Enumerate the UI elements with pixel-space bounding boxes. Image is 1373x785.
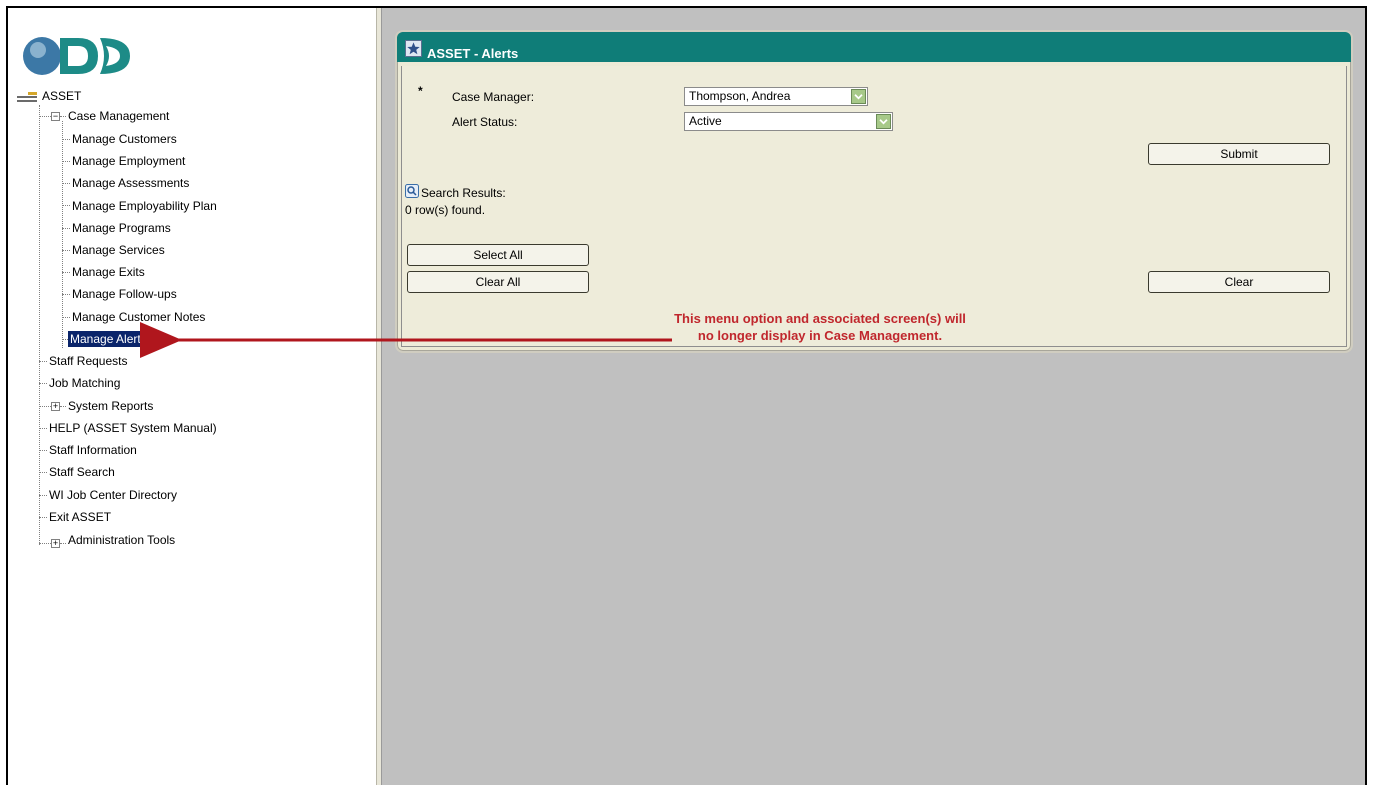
case-manager-value: Thompson, Andrea: [689, 89, 791, 103]
alert-status-label: Alert Status:: [452, 115, 518, 129]
required-marker: *: [418, 84, 423, 98]
annotation-note: This menu option and associated screen(s…: [650, 310, 990, 344]
tree-item-help[interactable]: HELP (ASSET System Manual): [47, 420, 219, 436]
alert-status-value: Active: [689, 114, 722, 128]
tree-item-case-management[interactable]: Case Management: [66, 108, 171, 124]
collapse-icon[interactable]: −: [51, 112, 60, 121]
tree-item-manage-services[interactable]: Manage Services: [70, 242, 167, 258]
panel-header: ASSET - Alerts: [397, 32, 1351, 62]
case-manager-select[interactable]: Thompson, Andrea: [684, 87, 868, 106]
tree-root-asset[interactable]: ASSET: [40, 88, 83, 104]
expand-icon[interactable]: +: [51, 402, 60, 411]
tree-item-manage-programs[interactable]: Manage Programs: [70, 220, 173, 236]
search-results-label: Search Results:: [421, 186, 506, 200]
tree-connector: [39, 105, 40, 545]
dwd-logo: [23, 37, 130, 75]
tree-item-manage-employment[interactable]: Manage Employment: [70, 153, 187, 169]
annotation-line-2: no longer display in Case Management.: [697, 328, 943, 343]
tree-item-job-matching[interactable]: Job Matching: [47, 375, 122, 391]
asset-root-icon: [17, 92, 37, 102]
tree-item-manage-assessments[interactable]: Manage Assessments: [70, 175, 191, 191]
rows-found-text: 0 row(s) found.: [405, 203, 486, 217]
submit-button[interactable]: Submit: [1148, 143, 1330, 165]
annotation-line-1: This menu option and associated screen(s…: [674, 311, 966, 326]
alert-status-select[interactable]: Active: [684, 112, 893, 131]
tree-item-manage-customer-notes[interactable]: Manage Customer Notes: [70, 309, 207, 325]
tree-item-wi-job-center-directory[interactable]: WI Job Center Directory: [47, 487, 179, 503]
tree-connector: [62, 121, 63, 348]
tree-item-manage-customers[interactable]: Manage Customers: [70, 131, 179, 147]
select-all-button[interactable]: Select All: [407, 244, 589, 266]
case-manager-label: Case Manager:: [452, 90, 535, 104]
panel-body: * Case Manager: Thompson, Andrea Alert S…: [401, 66, 1347, 347]
tree-item-exit-asset[interactable]: Exit ASSET: [47, 509, 113, 525]
tree-item-staff-information[interactable]: Staff Information: [47, 442, 139, 458]
chevron-down-icon[interactable]: [851, 89, 866, 104]
tree-item-manage-follow-ups[interactable]: Manage Follow-ups: [70, 286, 179, 302]
tree-item-manage-exits[interactable]: Manage Exits: [70, 264, 147, 280]
tree-item-manage-employability-plan[interactable]: Manage Employability Plan: [70, 198, 219, 214]
tree-item-staff-search[interactable]: Staff Search: [47, 464, 117, 480]
magnifier-icon: [405, 184, 419, 198]
alerts-panel: ASSET - Alerts * Case Manager: Thompson,…: [395, 30, 1353, 353]
tree-item-system-reports[interactable]: System Reports: [66, 398, 155, 414]
expand-icon[interactable]: +: [51, 539, 60, 548]
tree-item-administration-tools[interactable]: Administration Tools: [66, 532, 177, 548]
tree-item-manage-alerts[interactable]: Manage Alerts: [68, 331, 149, 347]
clear-button[interactable]: Clear: [1148, 271, 1330, 293]
clear-all-button[interactable]: Clear All: [407, 271, 589, 293]
panel-title: ASSET - Alerts: [427, 46, 519, 61]
star-icon: [405, 40, 422, 57]
navigation-pane: ASSET − Case Management Manage Customers…: [8, 8, 376, 785]
chevron-down-icon[interactable]: [876, 114, 891, 129]
tree-item-staff-requests[interactable]: Staff Requests: [47, 353, 130, 369]
app-frame: ASSET − Case Management Manage Customers…: [6, 6, 1367, 785]
